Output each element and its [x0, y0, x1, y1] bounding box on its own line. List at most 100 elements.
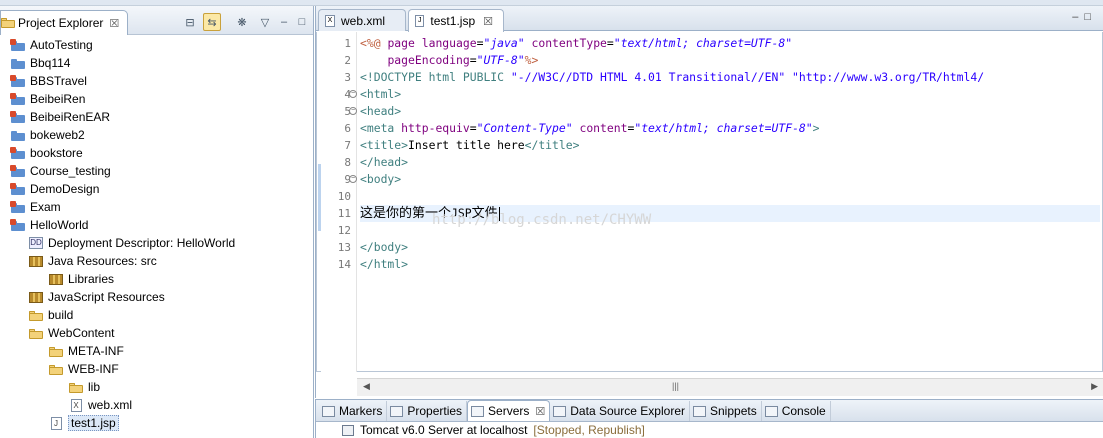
tree-item-label: web.xml — [88, 398, 133, 412]
tree-item[interactable]: build — [0, 306, 313, 324]
code-line[interactable] — [360, 188, 1100, 205]
scroll-thumb-grip[interactable]: ||| — [672, 381, 679, 391]
code-line[interactable]: <title>Insert title here</title> — [360, 137, 1100, 154]
tree-item[interactable]: JavaScript Resources — [0, 288, 313, 306]
tree-item-label: Libraries — [68, 272, 115, 286]
code-line[interactable]: </html> — [360, 256, 1100, 273]
collapse-all-button[interactable]: ⊟ — [181, 13, 199, 31]
code-editor[interactable]: 1 2 3 4−5−6 7 8 9−10 11 12 13 14 <%@ page language… — [316, 32, 1103, 396]
tree-item[interactable]: BeibeiRenEAR — [0, 108, 313, 126]
code-token: <meta — [360, 121, 402, 135]
tab-snippets-label: Snippets — [710, 404, 757, 418]
tab-snippets[interactable]: Snippets — [690, 401, 762, 421]
code-token: <html> — [360, 87, 402, 101]
tree-item[interactable]: DD Deployment Descriptor: HelloWorld — [0, 234, 313, 252]
tab-project-explorer[interactable]: Project Explorer ☒ — [0, 10, 129, 35]
minimize-button[interactable]: – — [275, 13, 293, 31]
code-line[interactable]: <!DOCTYPE html PUBLIC "-//W3C//DTD HTML … — [360, 69, 1100, 86]
code-token: <title> — [360, 138, 409, 152]
code-line[interactable]: <head> — [360, 103, 1100, 120]
line-number: 10 — [337, 190, 351, 203]
line-number: 3 — [344, 71, 351, 84]
jsp-file-icon: J — [48, 416, 64, 430]
tab-web-xml[interactable]: X web.xml — [318, 9, 406, 31]
tree-item[interactable]: Java Resources: src — [0, 252, 313, 270]
code-token: Insert title here — [408, 138, 525, 152]
jsp-file-icon: J — [415, 15, 425, 27]
tree-item[interactable]: BBSTravel — [0, 72, 313, 90]
tree-item[interactable]: DemoDesign — [0, 180, 313, 198]
tree-item[interactable]: META-INF — [0, 342, 313, 360]
code-token: "java" — [483, 36, 525, 50]
editor-minimize-maximize[interactable]: –□ — [1072, 11, 1097, 23]
scroll-right-icon[interactable]: ▶ — [1091, 381, 1098, 392]
tab-console[interactable]: Console — [762, 401, 831, 421]
server-icon — [342, 424, 354, 436]
code-token: </html> — [360, 257, 409, 271]
tree-item-label: WebContent — [48, 326, 115, 340]
code-token: pageEncoding — [387, 53, 470, 67]
fold-toggle-icon[interactable]: − — [349, 107, 357, 115]
tab-markers[interactable]: Markers — [319, 401, 388, 421]
code-token: = — [469, 53, 477, 67]
javascript-resources-icon — [28, 290, 44, 304]
tree-item[interactable]: Libraries — [0, 270, 313, 288]
close-icon[interactable]: ☒ — [109, 17, 119, 30]
scroll-left-icon[interactable]: ◀ — [363, 381, 370, 392]
tree-item-label: lib — [88, 380, 101, 394]
code-line[interactable]: <html> — [360, 86, 1100, 103]
web-project-icon — [10, 218, 26, 232]
tree-item-label: test1.jsp — [68, 415, 119, 431]
fold-toggle-icon[interactable]: − — [349, 90, 357, 98]
line-number: 11 — [337, 207, 351, 220]
bottom-panel: Markers Properties Servers ☒ Data Source Exp… — [315, 399, 1103, 438]
tree-item[interactable]: bokeweb2 — [0, 126, 313, 144]
filter-button[interactable]: ❋ — [233, 13, 251, 31]
web-project-icon — [10, 74, 26, 88]
code-line[interactable]: <meta http-equiv="Content-Type" content=… — [360, 120, 1100, 137]
tree-item-label: Bbq114 — [30, 56, 71, 70]
server-row[interactable]: Tomcat v6.0 Server at localhost [Stopped… — [316, 422, 1103, 438]
tree-item-label: AutoTesting — [30, 38, 93, 52]
tree-item[interactable]: bookstore — [0, 144, 313, 162]
tree-item[interactable]: Bbq114 — [0, 54, 313, 72]
code-line[interactable]: <body> — [360, 171, 1100, 188]
tab-properties[interactable]: Properties — [387, 401, 468, 421]
close-icon[interactable]: ☒ — [535, 405, 545, 418]
markers-icon — [322, 405, 335, 417]
tree-item[interactable]: HelloWorld — [0, 216, 313, 234]
tree-item[interactable]: Xweb.xml — [0, 396, 313, 414]
close-icon[interactable]: ☒ — [483, 15, 493, 28]
link-with-editor-button[interactable]: ⇆ — [203, 13, 221, 31]
tab-test1-jsp[interactable]: J test1.jsp ☒ — [408, 9, 504, 32]
code-token: "http://www.w3.org/TR/html4/ — [792, 70, 985, 84]
tree-item[interactable]: Jtest1.jsp — [0, 414, 313, 432]
tab-data-source-explorer[interactable]: Data Source Explorer — [550, 401, 690, 421]
line-number: 5 — [344, 105, 351, 118]
code-token: </body> — [360, 240, 409, 254]
tree-item[interactable]: AutoTesting — [0, 36, 313, 54]
console-icon — [764, 405, 778, 417]
code-line[interactable]: pageEncoding="UTF-8"%> — [360, 52, 1100, 69]
horizontal-scrollbar[interactable]: ◀ ||| ▶ — [357, 378, 1103, 396]
tree-item[interactable]: WEB-INF — [0, 360, 313, 378]
line-number: 9 — [344, 173, 351, 186]
code-line[interactable]: </body> — [360, 239, 1100, 256]
code-lines[interactable]: <%@ page language="java" contentType="te… — [360, 32, 1100, 372]
tree-item[interactable]: WebContent — [0, 324, 313, 342]
tree-item[interactable]: Exam — [0, 198, 313, 216]
tree-item[interactable]: lib — [0, 378, 313, 396]
code-line[interactable]: </head> — [360, 154, 1100, 171]
tree-item[interactable]: BeibeiRen — [0, 90, 313, 108]
project-error-icon — [10, 38, 26, 52]
tree-item[interactable]: Course_testing — [0, 162, 313, 180]
code-token: page — [387, 36, 422, 50]
fold-toggle-icon[interactable]: − — [349, 175, 357, 183]
code-line[interactable]: <%@ page language="java" contentType="te… — [360, 35, 1100, 52]
tree-item-label: Course_testing — [30, 164, 111, 178]
view-menu-button[interactable]: ▽ — [256, 13, 274, 31]
tree-item-label: bokeweb2 — [30, 128, 85, 142]
tab-servers[interactable]: Servers ☒ — [467, 400, 551, 421]
maximize-button[interactable]: □ — [293, 13, 311, 31]
